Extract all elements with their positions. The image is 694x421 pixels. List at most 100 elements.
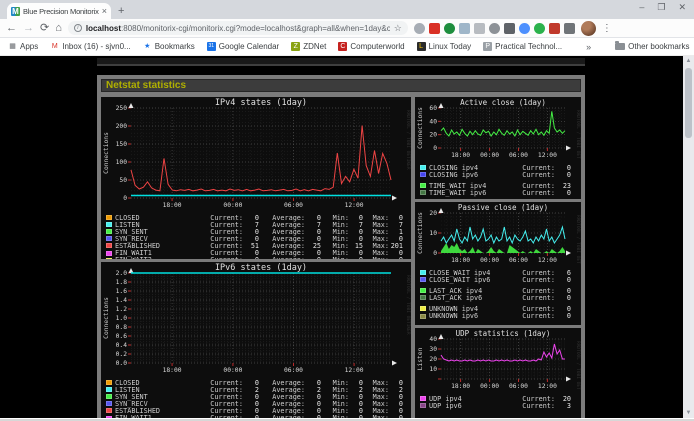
svg-text:100: 100: [116, 159, 128, 166]
svg-text:06:00: 06:00: [284, 202, 303, 209]
gmail-icon: M: [50, 42, 59, 51]
legend-stat-value: 0: [555, 312, 571, 320]
legend-swatch: [420, 277, 426, 282]
bookmark-linux-today[interactable]: LLinux Today: [417, 42, 472, 51]
home-button[interactable]: ⌂: [55, 23, 62, 34]
bookmark-zdnet[interactable]: ZZDNet: [291, 42, 326, 51]
bookmarks-overflow-chevron[interactable]: »: [586, 42, 591, 52]
ipv6-states-legend: CLOSEDCurrent:0Average:0Min:0Max:0LISTEN…: [101, 378, 411, 418]
bookmark-label: Google Calendar: [219, 42, 279, 51]
legend-stat-label: Current:: [513, 312, 555, 320]
svg-text:0.2: 0.2: [116, 351, 128, 358]
browser-tab[interactable]: M Blue Precision Monitorix ×: [7, 3, 111, 19]
legend-stat-value: 0: [555, 276, 571, 284]
svg-text:12:00: 12:00: [538, 383, 557, 390]
svg-text:06:00: 06:00: [509, 383, 528, 390]
svg-text:20: 20: [429, 356, 437, 363]
page-info-icon[interactable]: i: [74, 24, 82, 32]
back-button[interactable]: ←: [6, 23, 17, 34]
legend-stat-value: 3: [555, 402, 571, 410]
bookmark-practical-tech[interactable]: PPractical Technol...: [483, 42, 562, 51]
bookmark-star-icon[interactable]: ☆: [394, 23, 402, 34]
bookmark-google-calendar[interactable]: 31Google Calendar: [207, 42, 279, 51]
scrollbar-up-icon[interactable]: ▲: [683, 56, 694, 66]
share-extension-icon[interactable]: [444, 23, 455, 34]
new-tab-button[interactable]: +: [118, 5, 124, 17]
scrollbar-thumb[interactable]: [685, 68, 692, 138]
bookmark-items: ▦Apps MInbox (16) - sjvn0... ★Bookmarks 31G…: [8, 42, 562, 51]
other-bookmarks-button[interactable]: Other bookmarks: [615, 42, 689, 51]
address-bar[interactable]: i localhost:8080/monitorix-cgi/monitorix…: [68, 21, 408, 35]
chrome-menu-icon[interactable]: ⋮: [602, 23, 612, 34]
svg-text:06:00: 06:00: [509, 152, 528, 159]
legend-stat-value: 0: [555, 294, 571, 302]
svg-text:150: 150: [116, 141, 128, 148]
zdnet-icon: Z: [291, 42, 300, 51]
tab-strip: M Blue Precision Monitorix × + – ❐ ✕: [0, 0, 694, 19]
eye-extension-icon[interactable]: [489, 23, 500, 34]
page-viewport: Netstat statistics 05010015020025018:000…: [0, 56, 694, 418]
active-close-graph: 020406018:0000:0006:0012:00Active close …: [415, 97, 581, 159]
bookmark-label: Inbox (16) - sjvn0...: [62, 42, 130, 51]
svg-text:1.8: 1.8: [116, 279, 128, 286]
pocket-extension-icon[interactable]: [549, 23, 560, 34]
ipv4-states-panel: 05010015020025018:0000:0006:0012:00IPv4 …: [101, 97, 411, 259]
section-title: Netstat statistics: [101, 79, 581, 92]
legend-swatch: [106, 243, 112, 248]
legend-stat-value: 0: [349, 414, 363, 418]
reload-button[interactable]: ⟳: [40, 23, 49, 34]
svg-text:IPv6 states (1day): IPv6 states (1day): [215, 263, 307, 273]
bookmark-star-blue[interactable]: ★Bookmarks: [143, 42, 195, 51]
tab-close-icon[interactable]: ×: [102, 6, 107, 16]
svg-text:Connections: Connections: [103, 297, 110, 339]
svg-text:10: 10: [429, 366, 437, 373]
copy-pages-extension-icon[interactable]: [459, 23, 470, 34]
search-extension-icon[interactable]: [414, 23, 425, 34]
legend-swatch: [106, 236, 112, 241]
ipv6-states-panel: 0.00.20.40.60.81.01.21.41.61.82.018:0000…: [101, 262, 411, 418]
maximize-button[interactable]: ❐: [657, 2, 665, 13]
feedly-extension-icon[interactable]: [534, 23, 545, 34]
svg-text:1.2: 1.2: [116, 306, 128, 313]
scrollbar-down-icon[interactable]: ▼: [683, 408, 694, 418]
bookmark-computerworld[interactable]: CComputerworld: [338, 42, 404, 51]
svg-text:1.6: 1.6: [116, 288, 128, 295]
svg-text:250: 250: [116, 105, 128, 112]
notes-extension-icon[interactable]: [474, 23, 485, 34]
gmail-extension-icon[interactable]: [429, 23, 440, 34]
legend-row: TIME_WAIT ipv6Current:0: [420, 189, 576, 196]
active-close-panel: 020406018:0000:0006:0012:00Active close …: [415, 97, 581, 199]
svg-text:0.4: 0.4: [116, 342, 128, 349]
star-blue-icon: ★: [143, 42, 152, 51]
bookmark-apps-grid[interactable]: ▦Apps: [8, 42, 38, 51]
close-button[interactable]: ✕: [678, 2, 686, 13]
legend-stat-value: 0: [305, 414, 321, 418]
forward-button[interactable]: →: [23, 23, 34, 34]
legend-stat-label: Min:: [321, 414, 349, 418]
legend-stat-value: 0: [243, 256, 259, 259]
onetab-extension-icon[interactable]: [519, 23, 530, 34]
page-scrollbar[interactable]: ▲ ▼: [683, 56, 694, 418]
svg-text:20: 20: [429, 132, 437, 139]
tablist-extension-icon[interactable]: [564, 23, 575, 34]
tab-title: Blue Precision Monitorix: [23, 7, 99, 16]
screenshot-extension-icon[interactable]: [504, 23, 515, 34]
legend-swatch: [106, 222, 112, 227]
other-bookmarks-label: Other bookmarks: [628, 42, 689, 51]
passive-close-legend: CLOSE_WAIT ipv4Current:6CLOSE_WAIT ipv6C…: [415, 268, 581, 320]
svg-text:RRDTOOL / TOBI OETIKER: RRDTOOL / TOBI OETIKER: [405, 275, 411, 335]
browser-toolbar: ← → ⟳ ⌂ i localhost:8080/monitorix-cgi/m…: [0, 19, 694, 38]
svg-text:RRDTOOL / TOBI OETIKER: RRDTOOL / TOBI OETIKER: [575, 110, 581, 159]
legend-swatch: [420, 306, 426, 311]
svg-text:1.0: 1.0: [116, 315, 128, 322]
svg-text:06:00: 06:00: [284, 367, 303, 374]
minimize-button[interactable]: –: [639, 2, 644, 13]
profile-avatar[interactable]: [581, 21, 596, 36]
monitorix-favicon-icon: M: [11, 7, 20, 16]
svg-text:0: 0: [433, 250, 437, 257]
browser-window: M Blue Precision Monitorix × + – ❐ ✕ ← →…: [0, 0, 694, 421]
legend-swatch: [106, 416, 112, 418]
legend-name: CLOSE_WAIT ipv6: [429, 276, 513, 284]
svg-text:Active close (1day): Active close (1day): [460, 98, 546, 107]
bookmark-gmail[interactable]: MInbox (16) - sjvn0...: [50, 42, 130, 51]
